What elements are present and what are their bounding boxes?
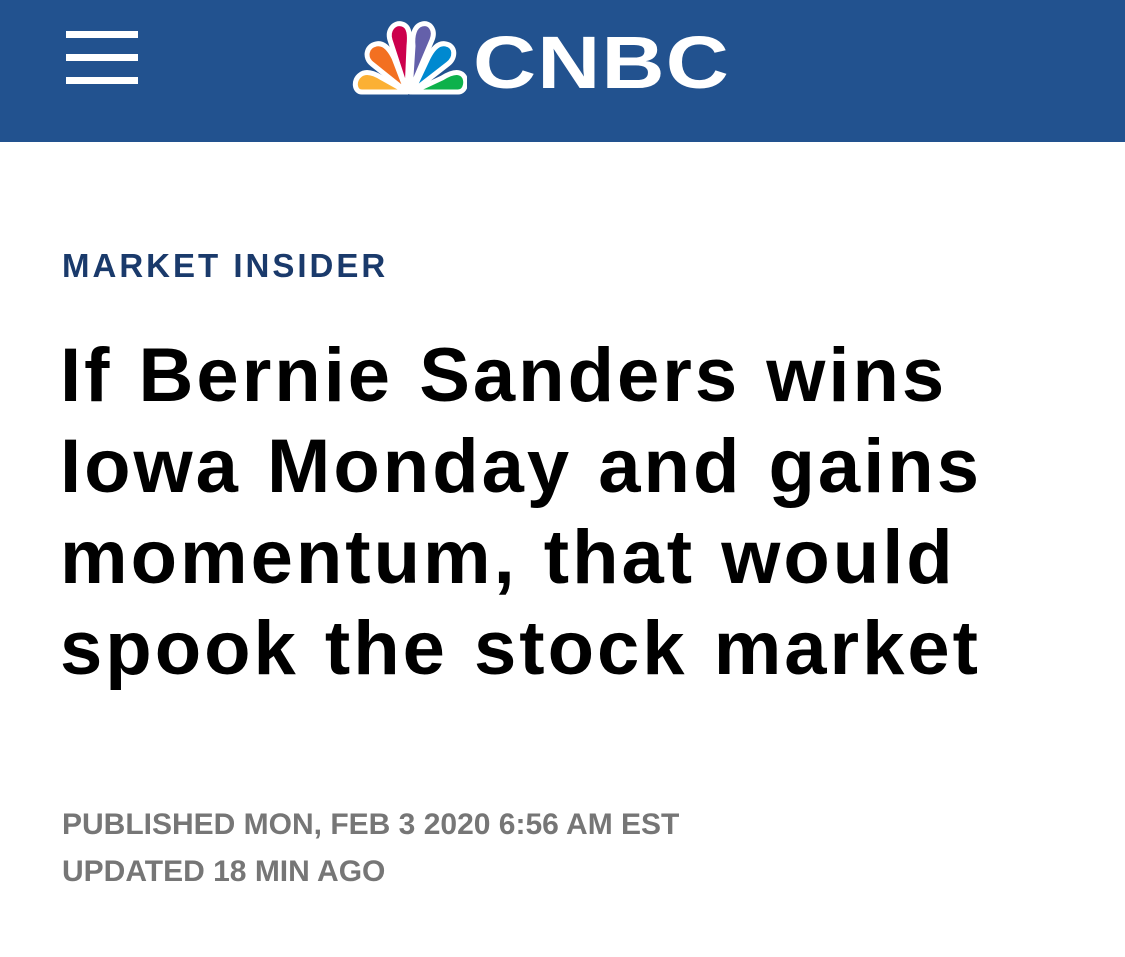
article-headline: If Bernie Sanders wins Iowa Monday and g… — [60, 333, 982, 691]
cnbc-logo[interactable]: CNBC — [352, 18, 772, 104]
updated-timestamp: UPDATED 18 MIN AGO — [62, 855, 386, 888]
menu-line-bottom — [66, 77, 138, 84]
nbc-peacock-icon — [352, 21, 467, 95]
menu-line-top — [66, 31, 138, 38]
hamburger-menu-icon[interactable] — [66, 31, 138, 85]
published-timestamp: PUBLISHED MON, FEB 3 2020 6:56 AM EST — [62, 808, 680, 841]
section-kicker[interactable]: MARKET INSIDER — [62, 246, 388, 286]
menu-line-middle — [66, 54, 138, 61]
cnbc-wordmark: CNBC — [473, 21, 730, 104]
top-header-bar: CNBC — [0, 0, 1125, 142]
